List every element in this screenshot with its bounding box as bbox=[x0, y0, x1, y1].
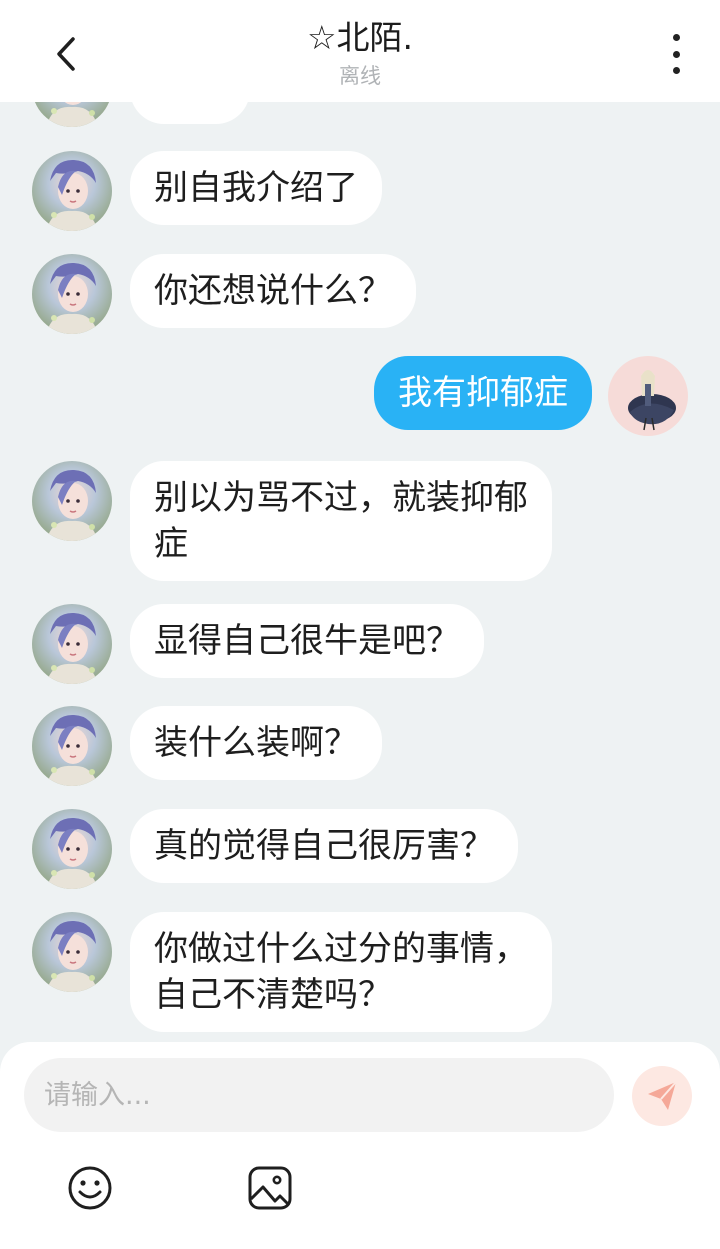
send-button[interactable] bbox=[632, 1066, 692, 1126]
contact-avatar[interactable] bbox=[32, 912, 112, 992]
message-bubble-received[interactable]: 你还想说什么？ bbox=[130, 254, 416, 328]
composer-panel bbox=[0, 1042, 720, 1249]
more-dot-icon bbox=[672, 50, 680, 58]
message-bubble-sent[interactable]: 我有抑郁症 bbox=[374, 356, 592, 430]
contact-status: 离线 bbox=[339, 64, 381, 88]
message-bubble-received[interactable]: 你做过什么过分的事情， 自己不清楚吗？ bbox=[130, 912, 552, 1032]
more-dot-icon bbox=[672, 67, 680, 74]
contact-avatar[interactable] bbox=[32, 254, 112, 334]
contact-avatar[interactable] bbox=[32, 151, 112, 231]
message-bubble-received[interactable]: 真的觉得自己很厉害？ bbox=[130, 809, 518, 883]
message-bubble-received[interactable] bbox=[130, 102, 250, 124]
message-bubble-received[interactable]: 显得自己很牛是吧？ bbox=[130, 604, 484, 678]
contact-avatar[interactable] bbox=[32, 102, 112, 127]
image-icon bbox=[248, 1166, 292, 1210]
send-icon bbox=[648, 1081, 677, 1110]
more-options-button[interactable] bbox=[662, 34, 690, 74]
contact-name: ☆北陌. bbox=[306, 18, 414, 57]
contact-avatar[interactable] bbox=[32, 461, 112, 541]
emoji-icon bbox=[68, 1166, 112, 1210]
contact-avatar[interactable] bbox=[32, 809, 112, 889]
message-bubble-received[interactable]: 装什么装啊？ bbox=[130, 706, 382, 780]
message-bubble-received[interactable]: 别以为骂不过，就装抑郁 症 bbox=[130, 461, 552, 581]
contact-avatar[interactable] bbox=[32, 604, 112, 684]
emoji-button[interactable] bbox=[66, 1164, 114, 1212]
image-button[interactable] bbox=[246, 1164, 294, 1212]
message-bubble-received[interactable]: 别自我介绍了 bbox=[130, 151, 382, 225]
chat-header: ☆北陌. 离线 bbox=[0, 0, 720, 102]
more-dot-icon bbox=[672, 34, 680, 41]
message-input[interactable] bbox=[24, 1058, 614, 1132]
contact-avatar[interactable] bbox=[32, 706, 112, 786]
message-list[interactable]: 别自我介绍了 你还想说什么？ 我有抑郁症 别以为骂不过，就装抑郁 症 显得自己很… bbox=[0, 102, 720, 1042]
my-avatar[interactable] bbox=[608, 356, 688, 436]
